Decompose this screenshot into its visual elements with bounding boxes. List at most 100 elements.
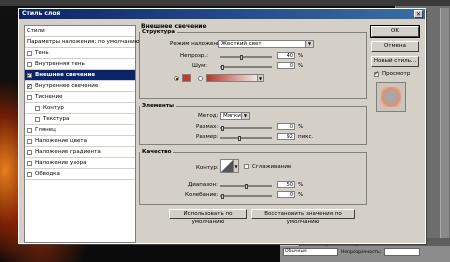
layer-opacity-field[interactable] [384,248,421,256]
chevron-down-icon: ▼ [258,76,263,81]
glow-color-swatch[interactable] [182,74,191,82]
close-button[interactable]: ✕ [414,10,423,18]
style-list-item[interactable]: Обводка [25,169,135,180]
style-checkbox[interactable] [27,127,32,133]
style-checkbox[interactable] [27,82,32,92]
spread-label: Размах: [196,124,219,130]
style-list-label: Стили [27,28,45,34]
style-checkbox[interactable] [27,50,32,56]
chevron-down-icon: ▼ [234,164,238,169]
style-checkbox[interactable] [27,149,32,155]
spread-slider-thumb[interactable] [221,126,224,131]
style-checkbox[interactable] [35,116,40,122]
contour-dropdown-arrow[interactable]: ▼ [234,159,239,173]
right-panel-scrollbar[interactable] [440,8,449,258]
contour-picker[interactable] [220,159,234,173]
elements-group: Элементы Метод: Мягкий ▼ Размах: 0 % Раз… [139,103,367,145]
color-radio[interactable] [174,76,179,81]
style-list-item[interactable]: Текстура [25,114,135,125]
style-list-item[interactable]: Наложение градиента [25,147,135,158]
style-list-item[interactable]: Внутреннее свечение [25,81,135,92]
jitter-slider-thumb[interactable] [221,194,224,199]
size-px: пикс. [298,134,314,140]
opacity-label: Непрозр.: [180,53,208,59]
chevron-down-icon: ▼ [305,41,313,47]
layer-opacity-label: Непрозрачность: [341,249,382,255]
new-style-button[interactable]: Новый стиль... [371,56,419,67]
noise-input[interactable]: 0 [277,62,295,69]
dialog-titlebar: Стиль слоя ✕ [19,9,425,19]
range-input[interactable]: 50 [277,181,295,188]
style-list-item[interactable]: Стили [25,26,135,37]
range-slider-thumb[interactable] [244,184,248,189]
blend-mode-value: Жесткий свет [221,41,262,47]
blend-mode-select[interactable]: Жесткий свет ▼ [218,40,314,48]
range-slider[interactable] [220,184,272,189]
method-select[interactable]: Мягкий ▼ [220,112,250,120]
size-slider[interactable] [220,136,272,141]
range-label: Диапазон: [188,182,218,188]
style-list-label: Внутренняя тень [35,61,85,67]
style-list-label: Параметры наложения: по умолчанию [27,39,140,45]
preview-checkbox[interactable] [374,70,379,77]
gradient-radio[interactable] [198,76,203,81]
app-top-bar [0,0,450,6]
style-list-label: Глянец [35,127,56,133]
noise-percent: % [298,63,304,69]
jitter-input[interactable]: 0 [277,191,295,198]
style-list-item[interactable]: Внешнее свечение [25,70,135,81]
antialias-label: Сглаживание [252,164,292,170]
style-list-item[interactable]: Тиснение [25,92,135,103]
style-list-item[interactable]: Контур [25,103,135,114]
style-list-item[interactable]: Внутренняя тень [25,59,135,70]
spread-slider[interactable] [220,126,272,131]
style-list-item[interactable]: Наложение цвета [25,136,135,147]
style-list-label: Тень [35,50,49,56]
style-checkbox[interactable] [27,71,32,81]
range-percent: % [298,182,304,188]
preview-swatch [381,87,401,107]
style-checkbox[interactable] [27,138,32,144]
styles-list: Стили Параметры наложения: по умолчанию Те… [24,25,139,243]
noise-label: Шум: [192,63,208,69]
reset-default-button[interactable]: Восстановить значения по умолчанию [251,209,355,225]
gradient-dropdown-arrow[interactable]: ▼ [258,74,264,82]
style-list-label: Наложение градиента [35,149,101,155]
style-checkbox[interactable] [27,171,32,177]
antialias-checkbox[interactable] [244,164,249,169]
elements-legend: Элементы [142,103,174,109]
style-checkbox[interactable] [35,105,40,111]
method-label: Метод: [198,113,219,119]
style-checkbox[interactable] [27,61,32,67]
spread-input[interactable]: 0 [277,123,295,130]
jitter-slider[interactable] [220,194,272,199]
size-input[interactable]: 92 [277,133,295,140]
noise-slider[interactable] [220,65,272,70]
size-slider-thumb[interactable] [238,136,242,141]
layer-blend-select[interactable]: Обычные [283,248,338,256]
quality-group: Качество Контур: ▼ Сглаживание Диапазон:… [139,149,367,205]
style-list-item[interactable]: Наложение узора [25,158,135,169]
size-label: Размер: [196,134,219,140]
quality-legend: Качество [142,149,172,155]
style-checkbox[interactable] [27,94,32,100]
ok-button[interactable]: OK [370,25,420,38]
noise-slider-thumb[interactable] [221,65,224,70]
opacity-slider-thumb[interactable] [239,55,243,60]
cancel-button[interactable]: Отмена [371,41,419,52]
opacity-slider[interactable] [220,55,272,60]
style-checkbox[interactable] [27,160,32,166]
contour-curve-icon [221,160,233,172]
opacity-input[interactable]: 40 [277,52,295,59]
contour-label: Контур: [196,165,219,171]
style-list-item[interactable]: Параметры наложения: по умолчанию [25,37,139,48]
style-list-label: Внутреннее свечение [35,83,99,89]
style-list-item[interactable]: Тень [25,48,135,59]
structure-legend: Структура [142,29,175,35]
glow-gradient-picker[interactable] [206,74,258,82]
outer-glow-panel: Внешнее свечение Структура Режим наложен… [139,23,367,225]
style-list-label: Обводка [35,171,60,177]
style-list-item[interactable]: Глянец [25,125,135,136]
make-default-button[interactable]: Использовать по умолчанию [169,209,247,225]
style-list-label: Наложение узора [35,160,87,166]
